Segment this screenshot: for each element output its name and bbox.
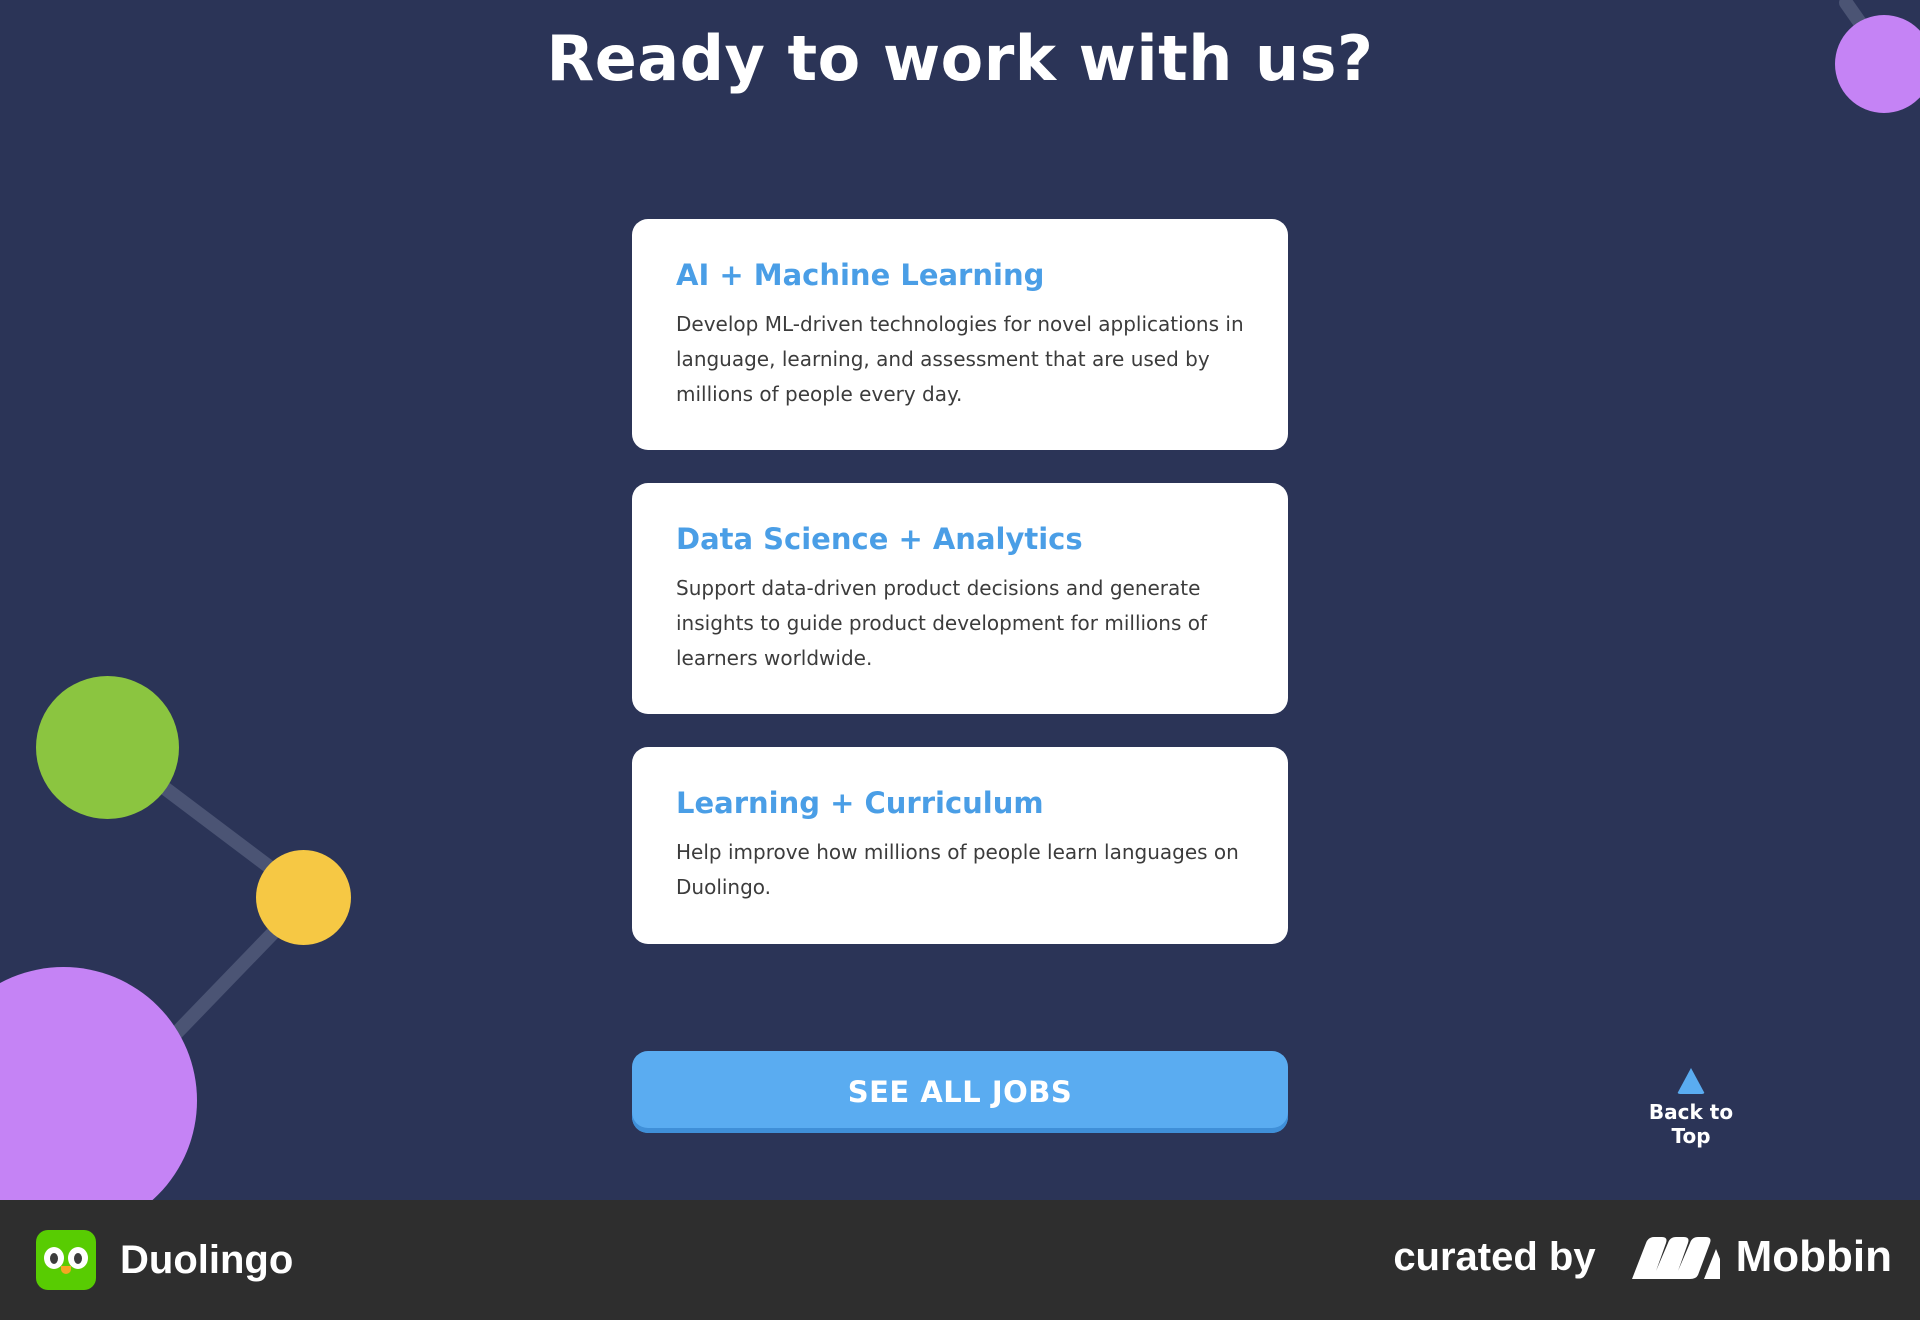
app-name: Duolingo <box>120 1237 294 1282</box>
card-description: Develop ML-driven technologies for novel… <box>676 312 1244 406</box>
careers-section: Ready to work with us? AI + Machine Lear… <box>0 0 1920 1200</box>
mobbin-logo-icon <box>1631 1237 1720 1279</box>
green-dot-decoration <box>36 676 179 819</box>
yellow-dot-decoration <box>256 850 351 945</box>
app-brand: Duolingo <box>36 1230 293 1290</box>
triangle-up-icon <box>1677 1068 1705 1094</box>
duolingo-owl-icon <box>36 1230 96 1290</box>
curator-name: Mobbin <box>1735 1232 1892 1281</box>
job-category-card[interactable]: AI + Machine Learning Develop ML-driven … <box>632 219 1288 450</box>
job-category-card[interactable]: Learning + Curriculum Help improve how m… <box>632 747 1288 944</box>
see-all-jobs-button[interactable]: SEE ALL JOBS <box>632 1051 1288 1133</box>
page-title: Ready to work with us? <box>546 22 1374 95</box>
page: Ready to work with us? AI + Machine Lear… <box>0 0 1920 1320</box>
job-category-card[interactable]: Data Science + Analytics Support data-dr… <box>632 483 1288 714</box>
card-description: Help improve how millions of people lear… <box>676 840 1239 899</box>
back-to-top-label: Back to Top <box>1648 1100 1734 1148</box>
card-description: Support data-driven product decisions an… <box>676 576 1208 670</box>
purple-dot-decoration <box>0 967 197 1200</box>
card-title: Learning + Curriculum <box>676 786 1044 820</box>
back-to-top-link[interactable]: Back to Top <box>1626 1068 1756 1148</box>
card-title: AI + Machine Learning <box>676 258 1045 292</box>
curated-by-label: curated by <box>1393 1234 1596 1279</box>
footer-bar: Duolingo curated by Mobbin <box>0 1200 1920 1320</box>
card-title: Data Science + Analytics <box>676 522 1083 556</box>
curator-credit: curated by Mobbin <box>1393 1232 1892 1282</box>
